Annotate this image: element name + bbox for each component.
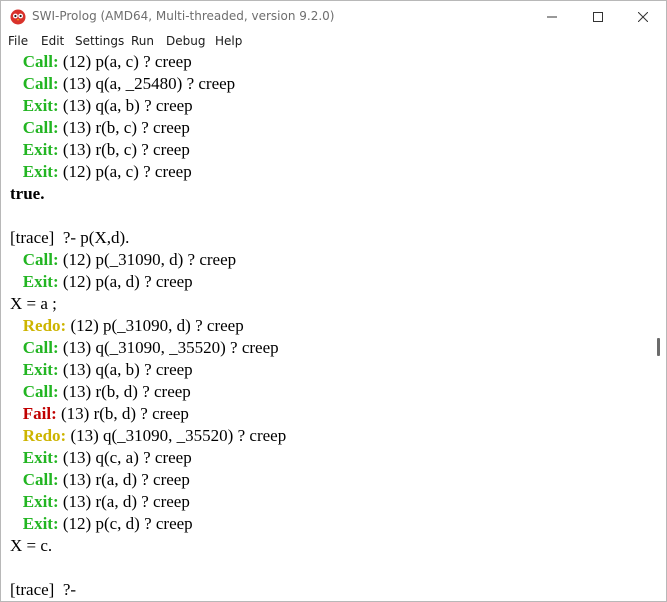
trace-port-call: Call: <box>22 250 59 269</box>
console-line: [trace] ?- p(X,d). <box>10 227 129 249</box>
window-title: SWI-Prolog (AMD64, Multi-threaded, versi… <box>32 9 335 23</box>
menu-debug[interactable]: Debug <box>166 34 205 48</box>
console-line: Exit: (12) p(a, c) ? creep <box>10 161 192 183</box>
console-line: Exit: (13) q(c, a) ? creep <box>10 447 192 469</box>
console-line-text: (12) p(a, c) ? creep <box>58 162 192 181</box>
console-line: true. <box>10 183 44 205</box>
menu-settings[interactable]: Settings <box>75 34 124 48</box>
console-line-text: (13) q(a, b) ? creep <box>58 96 193 115</box>
scrollbar-thumb[interactable] <box>657 338 660 356</box>
menu-file[interactable]: File <box>8 34 28 48</box>
menu-run[interactable]: Run <box>131 34 154 48</box>
console-line: Exit: (13) r(b, c) ? creep <box>10 139 190 161</box>
maximize-button[interactable] <box>575 1 621 33</box>
console-line-text: (13) q(a, _25480) ? creep <box>58 74 236 93</box>
console-line-text: [trace] ?- <box>10 580 77 599</box>
close-icon <box>638 12 648 22</box>
console-line: Call: (13) r(b, d) ? creep <box>10 381 191 403</box>
title-bar[interactable]: SWI-Prolog (AMD64, Multi-threaded, versi… <box>1 1 666 33</box>
console-line: Redo: (13) q(_31090, _35520) ? creep <box>10 425 286 447</box>
trace-port-call: Call: <box>22 470 59 489</box>
console-line-text: true. <box>10 184 45 203</box>
trace-port-exit: Exit: <box>22 272 59 291</box>
console-line-text: (13) r(b, d) ? creep <box>56 404 189 423</box>
console-line-text: (13) q(c, a) ? creep <box>58 448 192 467</box>
menu-edit[interactable]: Edit <box>41 34 64 48</box>
trace-port-exit: Exit: <box>22 514 59 533</box>
trace-port-exit: Exit: <box>22 448 59 467</box>
console-line: Call: (13) r(b, c) ? creep <box>10 117 190 139</box>
menu-bar: File Edit Settings Run Debug Help <box>1 33 666 51</box>
console-line: X = c. <box>10 535 52 557</box>
trace-port-exit: Exit: <box>22 162 59 181</box>
console-line: Call: (13) q(_31090, _35520) ? creep <box>10 337 279 359</box>
trace-port-exit: Exit: <box>22 96 59 115</box>
console-line-text: (13) r(a, d) ? creep <box>58 492 190 511</box>
trace-port-redo: Redo: <box>22 316 67 335</box>
console-line-text: X = a ; <box>10 294 57 313</box>
swi-prolog-owl-icon <box>10 9 26 25</box>
console-line-text: (13) q(a, b) ? creep <box>58 360 193 379</box>
console-line-text: (12) p(_31090, d) ? creep <box>58 250 237 269</box>
console-line: Call: (12) p(a, c) ? creep <box>10 52 192 73</box>
console-line: Exit: (12) p(c, d) ? creep <box>10 513 193 535</box>
trace-port-call: Call: <box>22 382 59 401</box>
console-line: Call: (13) r(a, d) ? creep <box>10 469 190 491</box>
trace-port-exit: Exit: <box>22 360 59 379</box>
console-line: Exit: (13) r(a, d) ? creep <box>10 491 190 513</box>
console-line: Redo: (12) p(_31090, d) ? creep <box>10 315 244 337</box>
console-line: Exit: (12) p(a, d) ? creep <box>10 271 193 293</box>
trace-port-exit: Exit: <box>22 492 59 511</box>
console-line-text: (13) r(b, c) ? creep <box>58 118 190 137</box>
console-line-text: (12) p(a, c) ? creep <box>58 52 192 71</box>
trace-port-exit: Exit: <box>22 140 59 159</box>
console-line-text: (13) q(_31090, _35520) ? creep <box>66 426 287 445</box>
console-line: X = a ; <box>10 293 57 315</box>
console-line-text: (13) q(_31090, _35520) ? creep <box>58 338 279 357</box>
trace-port-fail: Fail: <box>22 404 57 423</box>
console-line-text: [trace] ?- p(X,d). <box>10 228 130 247</box>
console-line: [trace] ?- <box>10 579 76 601</box>
console-line: Exit: (13) q(a, b) ? creep <box>10 95 193 117</box>
console-line-text: (12) p(c, d) ? creep <box>58 514 193 533</box>
menu-help[interactable]: Help <box>215 34 242 48</box>
trace-port-redo: Redo: <box>22 426 67 445</box>
maximize-icon <box>593 12 603 22</box>
console-line: Call: (13) q(a, _25480) ? creep <box>10 73 235 95</box>
trace-port-call: Call: <box>22 118 59 137</box>
console-output[interactable]: Call: (12) p(a, c) ? creep Call: (13) q(… <box>1 52 653 601</box>
console-line: Exit: (13) q(a, b) ? creep <box>10 359 193 381</box>
console-line: Call: (12) p(_31090, d) ? creep <box>10 249 236 271</box>
console-line: Fail: (13) r(b, d) ? creep <box>10 403 189 425</box>
console-line-text: (13) r(b, c) ? creep <box>58 140 190 159</box>
minimize-button[interactable] <box>529 1 575 33</box>
close-button[interactable] <box>620 1 666 33</box>
trace-port-call: Call: <box>22 338 59 357</box>
vertical-scrollbar[interactable] <box>653 52 665 601</box>
console-line-text: X = c. <box>10 536 53 555</box>
console-line-text: (12) p(_31090, d) ? creep <box>66 316 244 335</box>
console-line-text: (12) p(a, d) ? creep <box>58 272 193 291</box>
console-line-text: (13) r(b, d) ? creep <box>58 382 191 401</box>
console-line-text: (13) r(a, d) ? creep <box>58 470 190 489</box>
trace-port-call: Call: <box>22 74 59 93</box>
trace-port-call: Call: <box>22 52 59 71</box>
minimize-icon <box>547 16 557 18</box>
swi-prolog-window: SWI-Prolog (AMD64, Multi-threaded, versi… <box>0 0 667 602</box>
